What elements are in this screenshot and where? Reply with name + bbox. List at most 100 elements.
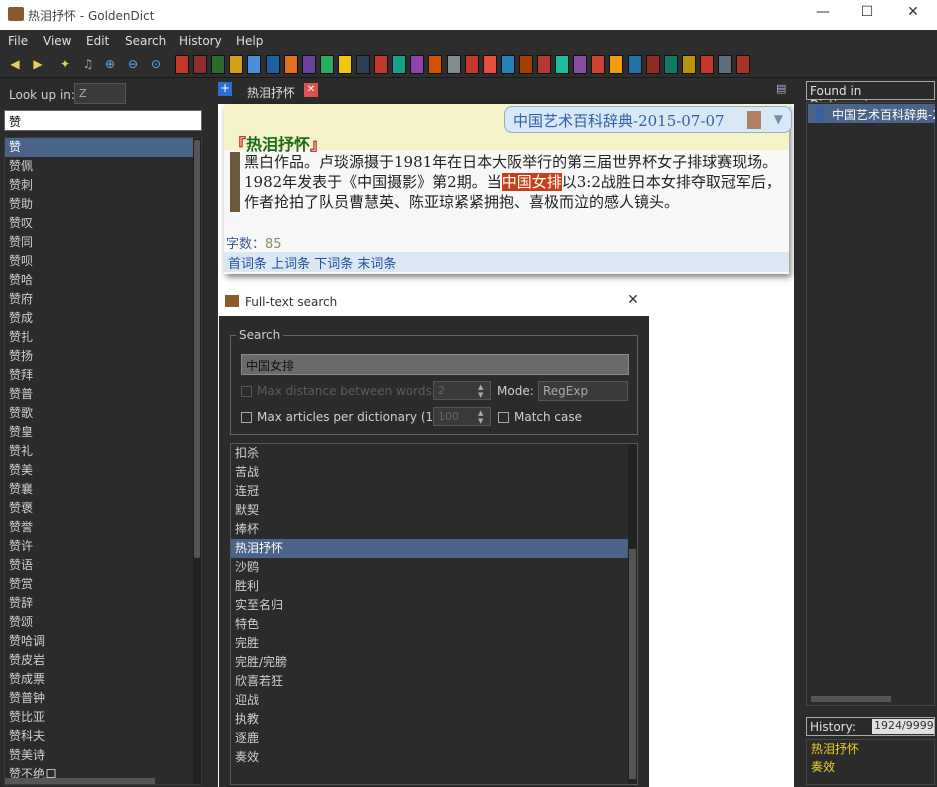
- fts-result-item[interactable]: 沙鸥: [231, 558, 637, 577]
- word-list-item[interactable]: 赞誉: [5, 518, 201, 537]
- close-icon[interactable]: ✕: [624, 292, 642, 310]
- word-list-item[interactable]: 赞助: [5, 195, 201, 214]
- fts-results-list[interactable]: 扣杀 苦战 连冠 默契 捧杯 热泪抒怀 沙鸥 胜利 实至名归 特色 完胜 完胜/完膀 欣喜若狂 迎战 执教逐…: [230, 443, 638, 785]
- fts-result-item[interactable]: 实至名归: [231, 596, 637, 615]
- word-list-item[interactable]: 赞叹: [5, 214, 201, 233]
- history-list[interactable]: 热泪抒怀 奏效: [806, 739, 935, 785]
- word-list-item[interactable]: 赞刺: [5, 176, 201, 195]
- match-case-checkbox[interactable]: [498, 412, 509, 423]
- dictionary-toggle-icon[interactable]: [337, 55, 352, 74]
- word-list-item[interactable]: 赞普钟: [5, 689, 201, 708]
- fts-result-item[interactable]: 热泪抒怀: [231, 539, 637, 558]
- fts-result-item[interactable]: 执教: [231, 710, 637, 729]
- dictionary-toggle-icon[interactable]: [301, 55, 316, 74]
- results-scroll-thumb[interactable]: [629, 549, 636, 779]
- menu-search[interactable]: Search: [125, 34, 166, 48]
- dictionary-toggle-icon[interactable]: [736, 55, 751, 74]
- close-tab-icon[interactable]: ✕: [304, 83, 318, 97]
- dictionary-toggle-icon[interactable]: [645, 55, 660, 74]
- found-dictionary-item[interactable]: 中国艺术百科辞典-2015-07-07: [808, 104, 935, 123]
- fts-result-item[interactable]: 默契: [231, 501, 637, 520]
- spin-up-icon[interactable]: ▲: [478, 383, 488, 391]
- spin-up-icon[interactable]: ▲: [478, 409, 488, 417]
- dictionary-toggle-icon[interactable]: [283, 55, 298, 74]
- word-list-item[interactable]: 赞成票: [5, 670, 201, 689]
- dictionary-toggle-icon[interactable]: [609, 55, 624, 74]
- word-list-item[interactable]: 赞褒: [5, 499, 201, 518]
- dictionary-toggle-icon[interactable]: [555, 55, 570, 74]
- word-list-item[interactable]: 赞皮岩: [5, 651, 201, 670]
- word-list-item[interactable]: 赞成: [5, 309, 201, 328]
- minimize-icon[interactable]: —: [808, 4, 838, 24]
- word-list-item[interactable]: 赞颂: [5, 613, 201, 632]
- menu-file[interactable]: File: [8, 34, 28, 48]
- spin-down-icon[interactable]: ▼: [478, 417, 488, 425]
- word-list-item[interactable]: 赞许: [5, 537, 201, 556]
- zoom-out-icon[interactable]: ⊖: [124, 55, 142, 73]
- max-distance-checkbox[interactable]: [241, 386, 252, 397]
- forward-icon[interactable]: ▶: [29, 55, 47, 73]
- dictionary-toggle-icon[interactable]: [681, 55, 696, 74]
- fts-result-item[interactable]: 欣喜若狂: [231, 672, 637, 691]
- dictionary-toggle-icon[interactable]: [591, 55, 606, 74]
- history-item[interactable]: 奏效: [807, 758, 934, 776]
- word-list-item[interactable]: 赞扬: [5, 347, 201, 366]
- dictionary-toggle-icon[interactable]: [229, 55, 244, 74]
- tab-list-icon[interactable]: ▤: [776, 82, 792, 96]
- word-list-item[interactable]: 赞府: [5, 290, 201, 309]
- word-list-item[interactable]: 赞襄: [5, 480, 201, 499]
- word-list-item[interactable]: 赞普: [5, 385, 201, 404]
- word-list-item[interactable]: 赞语: [5, 556, 201, 575]
- search-input[interactable]: 赞: [4, 110, 202, 131]
- dictionary-toggle-icon[interactable]: [392, 55, 407, 74]
- word-list-item[interactable]: 赞佩: [5, 157, 201, 176]
- fts-result-item[interactable]: 完胜/完膀: [231, 653, 637, 672]
- max-distance-spinbox[interactable]: 2 ▲ ▼: [433, 381, 491, 400]
- menu-edit[interactable]: Edit: [86, 34, 109, 48]
- word-list-item[interactable]: 赞呗: [5, 252, 201, 271]
- close-icon[interactable]: ✕: [898, 4, 928, 24]
- dictionary-toggle-icon[interactable]: [428, 55, 443, 74]
- fts-query-input[interactable]: 中国女排: [241, 354, 629, 375]
- collapse-arrow-icon[interactable]: ▼: [774, 112, 783, 126]
- dictionary-toggle-icon[interactable]: [573, 55, 588, 74]
- fts-result-item[interactable]: 逐鹿: [231, 729, 637, 748]
- word-list-item[interactable]: 赞拜: [5, 366, 201, 385]
- entry-nav-links[interactable]: 首词条 上词条 下词条 末词条: [224, 252, 789, 272]
- dictionary-toggle-icon[interactable]: [446, 55, 461, 74]
- dictionary-toggle-icon[interactable]: [356, 55, 370, 74]
- dictionary-toggle-icon[interactable]: [319, 55, 334, 74]
- fts-result-item[interactable]: 扣杀: [231, 444, 637, 463]
- dictionary-toggle-icon[interactable]: [518, 55, 533, 74]
- dictionary-toggle-icon[interactable]: [265, 55, 280, 74]
- fts-result-item[interactable]: 完胜: [231, 634, 637, 653]
- add-tab-icon[interactable]: +: [218, 82, 232, 96]
- dictionary-toggle-icon[interactable]: [699, 55, 714, 74]
- dictionary-toggle-icon[interactable]: [175, 55, 189, 74]
- word-list-item[interactable]: 赞扎: [5, 328, 201, 347]
- zoom-in-icon[interactable]: ⊕: [101, 55, 119, 73]
- fts-result-item[interactable]: 特色: [231, 615, 637, 634]
- dictionary-toggle-icon[interactable]: [211, 55, 226, 74]
- scan-icon[interactable]: ✦: [56, 55, 74, 73]
- dictionary-badge[interactable]: 中国艺术百科辞典-2015-07-07 ▼: [504, 106, 792, 133]
- word-list-item[interactable]: 赞皇: [5, 423, 201, 442]
- word-list-item[interactable]: 赞比亚: [5, 708, 201, 727]
- menu-view[interactable]: View: [43, 34, 71, 48]
- word-list-item[interactable]: 赞哈调: [5, 632, 201, 651]
- spin-down-icon[interactable]: ▼: [478, 391, 488, 399]
- found-dictionaries-list[interactable]: 中国艺术百科辞典-2015-07-07: [806, 102, 935, 706]
- word-list[interactable]: 赞赞佩 赞刺 赞助 赞叹 赞同 赞呗 赞哈 赞府 赞成 赞扎 赞扬 赞拜 赞普 赞歌 赞皇 赞礼 赞美 赞襄 赞褒赞…: [4, 137, 202, 785]
- back-icon[interactable]: ◀: [6, 55, 24, 73]
- word-list-item[interactable]: 赞同: [5, 233, 201, 252]
- found-hscrollbar[interactable]: [811, 696, 891, 702]
- max-articles-checkbox[interactable]: [241, 412, 252, 423]
- word-list-item[interactable]: 赞美诗: [5, 746, 201, 765]
- dictionary-toggle-icon[interactable]: [410, 55, 425, 74]
- max-articles-spinbox[interactable]: 100 ▲ ▼: [433, 407, 491, 426]
- word-list-item[interactable]: 赞: [5, 138, 201, 157]
- dictionary-toggle-icon[interactable]: [374, 55, 389, 74]
- menu-history[interactable]: History: [179, 34, 222, 48]
- word-list-item[interactable]: 赞哈: [5, 271, 201, 290]
- word-list-hscrollbar[interactable]: [5, 778, 155, 784]
